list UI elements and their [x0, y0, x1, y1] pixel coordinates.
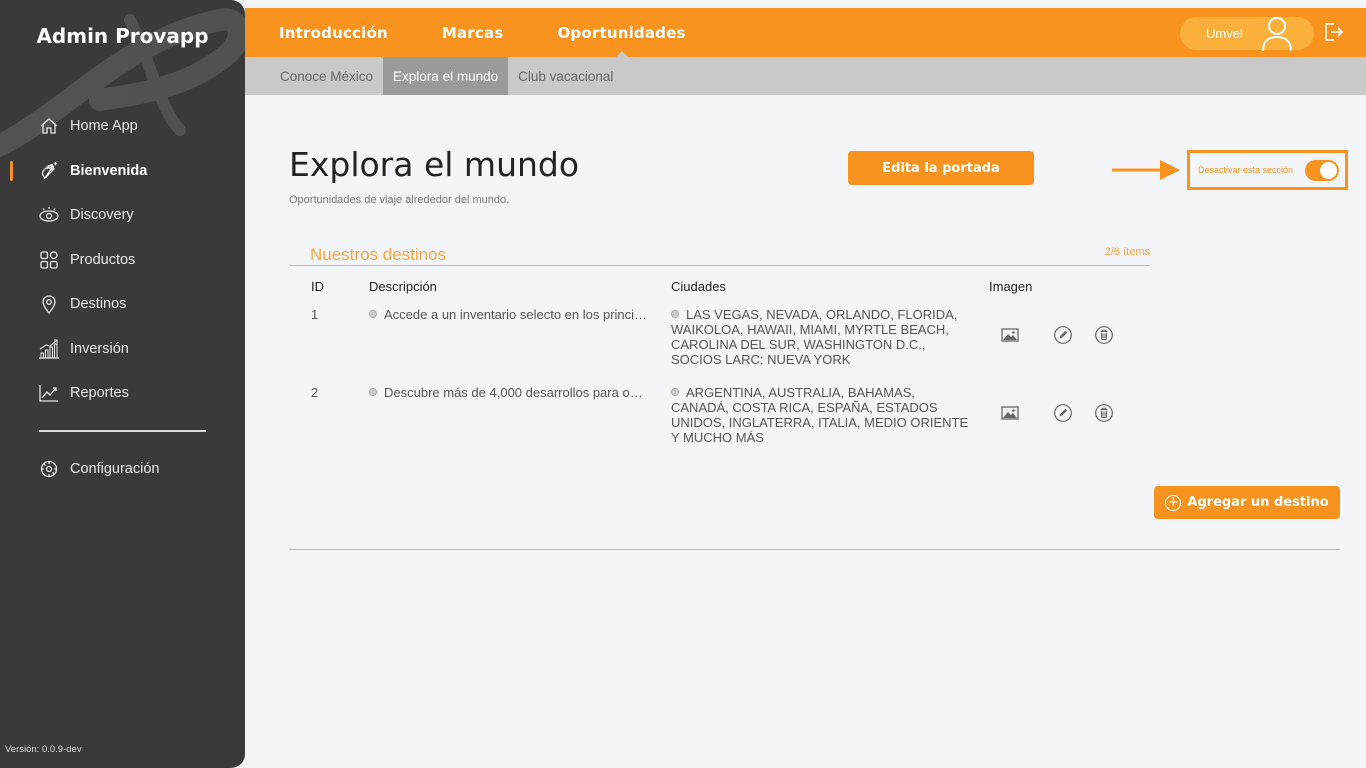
- eye-icon: [38, 204, 60, 226]
- sidebar-item-label: Productos: [70, 251, 136, 268]
- section-divider: [289, 265, 1150, 266]
- page-subtitle: Oportunidades de viaje alrededor del mun…: [289, 194, 510, 206]
- sidebar-item-label: Inversión: [70, 340, 129, 357]
- column-header-descripcion: Descripción: [369, 279, 437, 294]
- sidebar-config-section: Configuración: [0, 447, 245, 492]
- delete-icon[interactable]: [1094, 325, 1114, 345]
- sidebar-item-label: Discovery: [70, 207, 134, 224]
- edit-cover-button[interactable]: Edita la portada: [848, 151, 1034, 185]
- sidebar-item-label: Home App: [70, 118, 138, 135]
- subtab-conoce-mexico[interactable]: Conoce México: [270, 57, 383, 95]
- row-cities: LAS VEGAS, NEVADA, ORLANDO, FLORIDA, WAI…: [671, 307, 971, 367]
- sidebar-item-destinos[interactable]: Destinos: [0, 282, 245, 327]
- row-description: Accede a un inventario selecto en los pr…: [369, 307, 649, 322]
- app-title: Admin Provapp: [36, 24, 209, 48]
- edit-icon[interactable]: [1053, 403, 1073, 423]
- sidebar-item-bienvenida[interactable]: Bienvenida: [0, 149, 245, 194]
- gear-icon: [38, 458, 60, 480]
- bullet-icon: [671, 388, 679, 396]
- arrow-right-icon: [1112, 160, 1180, 180]
- sidebar: Admin Provapp Home App Bienvenida Discov…: [0, 0, 245, 768]
- bullet-icon: [369, 310, 377, 318]
- tab-introduccion[interactable]: Introducción: [279, 24, 388, 42]
- user-name: Umvel: [1206, 26, 1243, 41]
- sidebar-item-home-app[interactable]: Home App: [0, 104, 245, 149]
- row-cities-text: LAS VEGAS, NEVADA, ORLANDO, FLORIDA, WAI…: [671, 307, 958, 367]
- sidebar-item-label: Configuración: [70, 461, 160, 478]
- tab-marcas[interactable]: Marcas: [442, 24, 504, 42]
- add-destination-label: Agregar un destino: [1187, 495, 1329, 510]
- top-nav: Introducción Marcas Oportunidades: [279, 8, 740, 58]
- row-description: Descubre más de 4,000 desarrollos para o…: [369, 385, 649, 400]
- sidebar-item-label: Reportes: [70, 385, 129, 402]
- column-header-ciudades: Ciudades: [671, 279, 726, 294]
- user-avatar-icon: [1262, 17, 1292, 52]
- line-chart-icon: [38, 382, 60, 404]
- row-cities-text: ARGENTINA, AUSTRALIA, BAHAMAS, CANADÁ, C…: [671, 385, 969, 445]
- subtab-club-vacacional[interactable]: Club vacacional: [508, 57, 623, 95]
- column-header-imagen: Imagen: [989, 279, 1033, 294]
- sidebar-divider: [39, 430, 206, 432]
- sidebar-nav: Home App Bienvenida Discovery Productos …: [0, 104, 245, 416]
- grid-icon: [38, 249, 60, 271]
- tab-oportunidades[interactable]: Oportunidades: [557, 24, 685, 58]
- sidebar-item-reportes[interactable]: Reportes: [0, 371, 245, 416]
- sidebar-item-inversion[interactable]: Inversión: [0, 327, 245, 372]
- top-bar: Introducción Marcas Oportunidades Umvel: [245, 8, 1366, 58]
- add-destination-button[interactable]: + Agregar un destino: [1154, 486, 1340, 519]
- page-title: Explora el mundo: [289, 145, 580, 184]
- sub-nav: Conoce México Explora el mundo Club vaca…: [245, 57, 1366, 95]
- row-id: 2: [311, 385, 319, 400]
- bullet-icon: [369, 388, 377, 396]
- sidebar-item-configuracion[interactable]: Configuración: [0, 447, 245, 492]
- version-label: Versión: 0.0.9-dev: [5, 744, 82, 755]
- image-icon[interactable]: [1000, 403, 1020, 423]
- items-count: 2/6 ítems: [1104, 246, 1150, 258]
- image-icon[interactable]: [1000, 325, 1020, 345]
- bar-chart-icon: [38, 338, 60, 360]
- bottom-divider: [289, 549, 1340, 550]
- sidebar-item-label: Destinos: [70, 296, 127, 313]
- section-toggle-switch[interactable]: [1305, 160, 1339, 181]
- wave-hand-icon: [38, 160, 60, 182]
- row-description-text: Accede a un inventario selecto en los pr…: [384, 307, 648, 322]
- location-pin-icon: [38, 293, 60, 315]
- sidebar-item-productos[interactable]: Productos: [0, 238, 245, 283]
- plus-circle-icon: +: [1165, 494, 1182, 511]
- toggle-label: Desactivar esta sección: [1198, 165, 1294, 175]
- row-description-text: Descubre más de 4,000 desarrollos para o…: [384, 385, 649, 400]
- column-header-id: ID: [311, 279, 324, 294]
- user-menu[interactable]: Umvel: [1180, 17, 1314, 52]
- row-cities: ARGENTINA, AUSTRALIA, BAHAMAS, CANADÁ, C…: [671, 385, 971, 445]
- logout-icon[interactable]: [1322, 21, 1344, 43]
- subtab-explora-el-mundo[interactable]: Explora el mundo: [383, 57, 509, 95]
- toggle-knob: [1320, 162, 1337, 179]
- home-icon: [38, 115, 60, 137]
- row-id: 1: [311, 307, 319, 322]
- section-toggle-box: Desactivar esta sección: [1187, 150, 1348, 190]
- sidebar-item-discovery[interactable]: Discovery: [0, 193, 245, 238]
- sidebar-item-label: Bienvenida: [70, 162, 148, 179]
- bullet-icon: [671, 310, 679, 318]
- edit-icon[interactable]: [1053, 325, 1073, 345]
- section-title: Nuestros destinos: [310, 245, 447, 264]
- delete-icon[interactable]: [1094, 403, 1114, 423]
